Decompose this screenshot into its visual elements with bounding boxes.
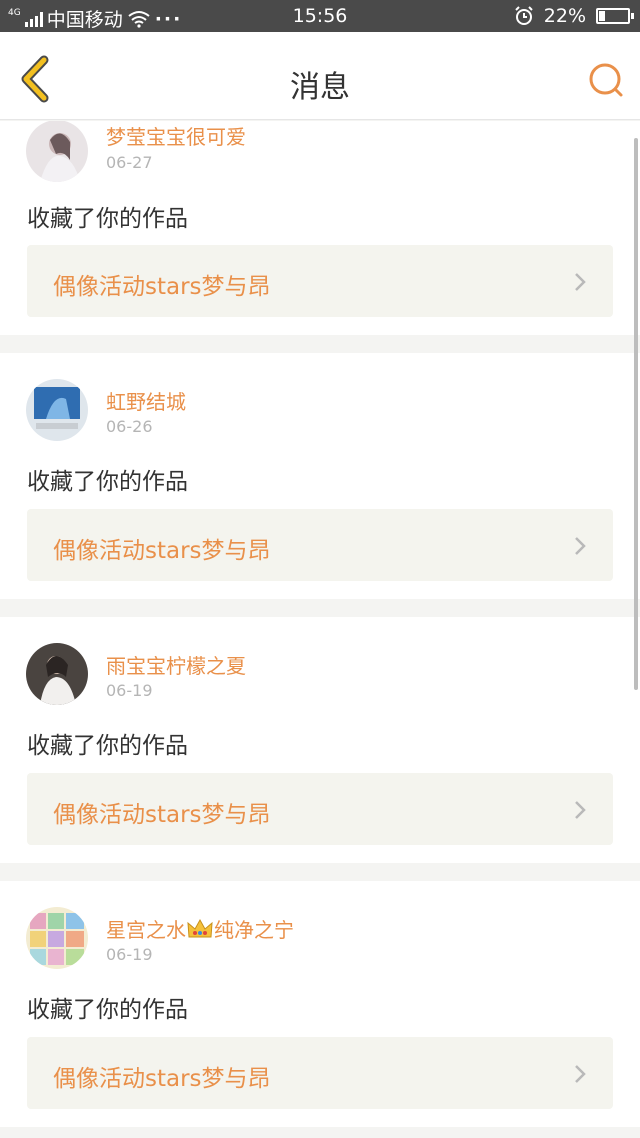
work-title: 偶像活动stars梦与昂	[53, 538, 271, 564]
message-date: 06-27	[106, 153, 153, 172]
work-title: 偶像活动stars梦与昂	[53, 802, 271, 828]
avatar[interactable]	[26, 121, 88, 182]
scrollbar[interactable]	[634, 138, 638, 690]
user-name[interactable]: 虹野结城	[106, 386, 186, 415]
action-text: 收藏了你的作品	[27, 997, 188, 1023]
chevron-right-icon	[575, 273, 586, 291]
work-title: 偶像活动stars梦与昂	[53, 274, 271, 300]
work-link[interactable]: 偶像活动stars梦与昂	[27, 773, 613, 845]
alarm-icon	[515, 6, 533, 25]
avatar[interactable]	[26, 643, 88, 705]
avatar[interactable]	[26, 379, 88, 441]
action-text: 收藏了你的作品	[27, 206, 188, 232]
battery-icon	[596, 8, 634, 24]
battery-fill	[599, 11, 605, 21]
message-date: 06-19	[106, 681, 153, 700]
battery-percent: 22%	[543, 5, 586, 27]
work-link[interactable]: 偶像活动stars梦与昂	[27, 1037, 613, 1109]
message-list[interactable]: 梦莹宝宝很可爱 06-27 收藏了你的作品 偶像活动stars梦与昂 虹野结城 …	[0, 121, 640, 1138]
user-name-part: 星宫之水	[106, 918, 186, 942]
page-title: 消息	[290, 70, 350, 105]
avatar[interactable]	[26, 907, 88, 969]
action-text: 收藏了你的作品	[27, 733, 188, 759]
action-text: 收藏了你的作品	[27, 469, 188, 495]
status-bar: 4G 中国移动 ··· 15:56 22%	[0, 0, 640, 32]
work-title: 偶像活动stars梦与昂	[53, 1066, 271, 1092]
chevron-right-icon	[575, 537, 586, 555]
message-date: 06-19	[106, 945, 153, 964]
crown-icon	[187, 918, 213, 937]
nav-bar: 消息	[0, 32, 640, 120]
work-link[interactable]: 偶像活动stars梦与昂	[27, 245, 613, 317]
chevron-right-icon	[575, 801, 586, 819]
message-date: 06-26	[106, 417, 153, 436]
user-name[interactable]: 雨宝宝柠檬之夏	[106, 650, 246, 679]
search-icon[interactable]	[586, 60, 626, 100]
message-card: 雨宝宝柠檬之夏 06-19 收藏了你的作品 偶像活动stars梦与昂	[0, 617, 640, 863]
user-name[interactable]: 梦莹宝宝很可爱	[106, 121, 246, 150]
message-card: 星宫之水 纯净之宁 06-19 收藏了你的作品 偶像活动stars梦与昂	[0, 881, 640, 1127]
message-card: 虹野结城 06-26 收藏了你的作品 偶像活动stars梦与昂	[0, 353, 640, 599]
user-name-part: 纯净之宁	[214, 918, 294, 942]
message-card: 梦莹宝宝很可爱 06-27 收藏了你的作品 偶像活动stars梦与昂	[0, 121, 640, 335]
user-name[interactable]: 星宫之水 纯净之宁	[106, 914, 294, 943]
work-link[interactable]: 偶像活动stars梦与昂	[27, 509, 613, 581]
chevron-right-icon	[575, 1065, 586, 1083]
